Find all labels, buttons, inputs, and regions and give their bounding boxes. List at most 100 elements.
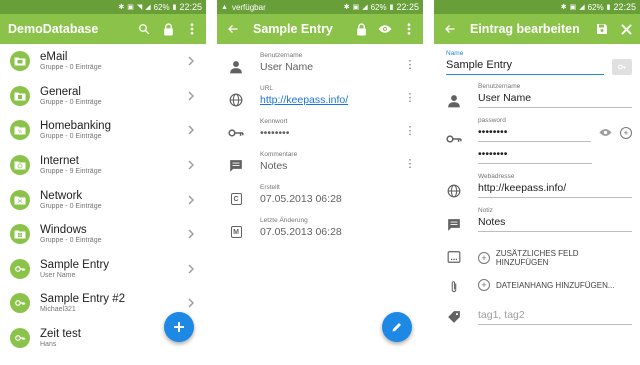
key-icon [227, 124, 245, 142]
tags-row: tag1, tag2 [434, 303, 640, 333]
plus-circle-icon: + [478, 252, 490, 264]
key-icon[interactable] [612, 59, 632, 75]
eye-icon[interactable] [377, 21, 393, 37]
page-title: DemoDatabase [8, 22, 99, 36]
wifi-icon: ◥ [136, 3, 143, 11]
chevron-right-icon [186, 55, 196, 67]
add-field-label: ZUSÄTZLICHES FELD HINZUFÜGEN [495, 249, 579, 267]
lock-status-icon: ▣ [352, 3, 360, 11]
password-repeat-input[interactable]: •••••••• [478, 146, 592, 164]
folder-mail-icon [10, 51, 30, 72]
search-icon[interactable] [136, 21, 152, 37]
item-title: General [40, 85, 81, 98]
field-value[interactable]: User Name [260, 61, 405, 73]
lock-icon[interactable] [353, 21, 369, 37]
list-item[interactable]: Windows Gruppe - 0 Einträge [0, 217, 206, 252]
item-subtitle: Gruppe - 9 Einträge [40, 168, 102, 176]
item-subtitle: Gruppe - 0 Einträge [40, 202, 102, 210]
generate-password-icon[interactable]: + [620, 127, 632, 139]
list-item[interactable]: % Homebanking Gruppe - 0 Einträge [0, 113, 206, 148]
app-bar: Eintrag bearbeiten [434, 14, 640, 44]
tags-input[interactable]: tag1, tag2 [478, 307, 632, 325]
page-title: Sample Entry [253, 22, 333, 36]
clock: 22:25 [613, 2, 636, 12]
key-icon [446, 131, 462, 147]
lock-icon[interactable] [160, 21, 176, 37]
back-arrow-icon[interactable] [442, 21, 458, 37]
notes-label: Notiz [478, 207, 493, 214]
clock: 22:25 [396, 2, 419, 12]
bluetooth-icon: ✱ [343, 3, 350, 11]
battery-icon: ▮ [172, 3, 177, 11]
created-icon: C [227, 190, 245, 208]
field-label: Letzte Änderung [260, 217, 308, 224]
field-label: Benutzername [260, 52, 303, 59]
url-label: Webadresse [478, 173, 515, 180]
status-bar: ▲ verfügbar ✱ ▣ ◢ 62% ▮ 22:25 [217, 0, 423, 14]
notes-input[interactable]: Notes [478, 214, 632, 232]
username-row: Benutzername User Name [434, 83, 640, 117]
eye-icon[interactable] [599, 124, 612, 142]
folder-general-icon [10, 85, 30, 106]
item-title: Internet [40, 155, 79, 168]
add-field-row: + ZUSÄTZLICHES FELD HINZUFÜGEN [434, 243, 640, 273]
item-subtitle: Gruppe - 0 Einträge [40, 133, 102, 141]
field-menu-icon[interactable]: ⋮ [405, 93, 416, 104]
field-value: 07.05.2013 06:28 [260, 193, 342, 205]
item-title: Homebanking [40, 120, 111, 133]
chevron-right-icon [186, 194, 196, 206]
username-label: Benutzername [478, 83, 521, 90]
edit-entry-button[interactable] [382, 312, 412, 342]
field-menu-icon[interactable]: ⋮ [405, 60, 416, 71]
item-subtitle: Gruppe - 0 Einträge [40, 98, 102, 106]
person-icon [446, 93, 462, 109]
username-input[interactable]: User Name [478, 90, 632, 108]
save-icon[interactable] [594, 21, 610, 37]
key-icon [10, 328, 30, 349]
field-label: URL [260, 85, 274, 92]
battery-percent: 62% [370, 2, 387, 12]
field-value[interactable]: Notes [260, 160, 405, 172]
signal-icon: ◢ [579, 3, 585, 11]
key-icon [10, 258, 30, 279]
group-list: eMail Gruppe - 0 Einträge General Gruppe… [0, 44, 206, 355]
svg-text:%: % [18, 129, 23, 135]
more-fields-icon [446, 249, 462, 265]
list-item[interactable]: Sample Entry User Name [0, 252, 206, 287]
battery-percent: 62% [587, 2, 604, 12]
add-attachment-button[interactable]: + DATEIANHANG HINZUFÜGEN... [478, 279, 632, 291]
password-input[interactable]: •••••••• [478, 124, 591, 142]
field-menu-icon[interactable]: ⋮ [405, 126, 416, 137]
battery-icon: ▮ [606, 3, 611, 11]
username-row: Benutzername User Name ⋮ [217, 52, 423, 85]
list-item[interactable]: General Gruppe - 0 Einträge [0, 79, 206, 114]
key-icon [10, 293, 30, 314]
back-arrow-icon[interactable] [225, 21, 241, 37]
add-entry-button[interactable] [164, 312, 194, 342]
add-field-button[interactable]: + ZUSÄTZLICHES FELD HINZUFÜGEN [478, 249, 632, 267]
list-item[interactable]: Network Gruppe - 0 Einträge [0, 182, 206, 217]
globe-icon [227, 91, 245, 109]
close-icon[interactable] [618, 21, 634, 37]
list-item[interactable]: eMail Gruppe - 0 Einträge [0, 44, 206, 79]
group-list-screen: ✱ ▣ ◥ ◢ 62% ▮ 22:25 DemoDatabase eMail G [0, 0, 206, 365]
url-input[interactable]: http://keepass.info/ [478, 180, 632, 198]
field-label: Kommentare [260, 151, 298, 158]
overflow-menu-icon[interactable] [184, 21, 200, 37]
name-input[interactable]: Sample Entry [446, 57, 604, 75]
overflow-menu-icon[interactable] [401, 21, 417, 37]
add-attachment-label: DATEIANHANG HINZUFÜGEN... [496, 280, 615, 290]
item-subtitle: Michael321 [40, 306, 76, 314]
tag-icon [446, 309, 462, 325]
status-bar: ✱ ▣ ◥ ◢ 62% ▮ 22:25 [0, 0, 206, 14]
item-subtitle: Hans [40, 341, 57, 349]
url-link[interactable]: http://keepass.info/ [260, 94, 405, 106]
paperclip-icon [446, 279, 462, 295]
notification-text: verfügbar [231, 2, 266, 12]
list-item[interactable]: Internet Gruppe - 9 Einträge [0, 148, 206, 183]
chevron-right-icon [186, 297, 196, 309]
field-menu-icon[interactable]: ⋮ [405, 159, 416, 170]
item-title: Sample Entry #2 [40, 293, 126, 306]
password-value[interactable]: •••••••• [260, 127, 405, 139]
chevron-right-icon [186, 90, 196, 102]
